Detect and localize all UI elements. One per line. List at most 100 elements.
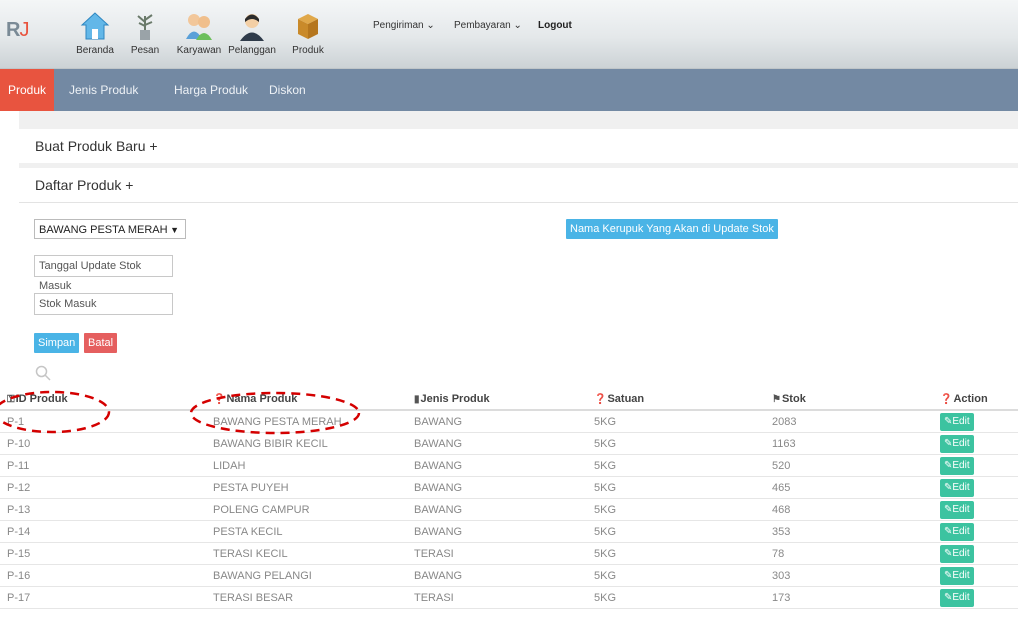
edit-label: Edit xyxy=(952,591,970,603)
cell-jenis: TERASI xyxy=(414,586,594,609)
cell-id: P-11 xyxy=(0,454,213,477)
tab-diskon[interactable]: Diskon xyxy=(269,69,306,111)
brand-logo[interactable]: RJ xyxy=(6,19,29,42)
edit-label: Edit xyxy=(952,569,970,581)
cell-stok: 303 xyxy=(772,564,940,587)
cell-action: ✎Edit xyxy=(940,586,1018,609)
edit-button[interactable]: ✎Edit xyxy=(940,456,974,475)
box-icon xyxy=(298,14,318,39)
nav-pelanggan[interactable]: Pelanggan xyxy=(228,10,276,56)
product-list-panel[interactable]: Daftar Produk + xyxy=(19,168,1018,203)
edit-button[interactable]: ✎Edit xyxy=(940,566,974,585)
product-select[interactable]: BAWANG PESTA MERAH ▼ xyxy=(34,219,186,239)
question-icon: ❓ xyxy=(594,394,607,405)
cell-jenis: TERASI xyxy=(414,542,594,565)
table-row: P-17 TERASI BESAR TERASI 5KG 173 ✎Edit xyxy=(0,586,1018,609)
cell-jenis: BAWANG xyxy=(414,498,594,521)
cell-nama: BAWANG PELANGI xyxy=(213,564,414,587)
cell-stok: 2083 xyxy=(772,410,940,433)
menu-pembayaran[interactable]: Pembayaran ⌄ xyxy=(454,20,522,31)
tab-harga-produk[interactable]: Harga Produk xyxy=(174,69,248,111)
col-id-produk[interactable]: ⚿ID Produk xyxy=(0,389,213,411)
table-row: P-12 PESTA PUYEH BAWANG 5KG 465 ✎Edit xyxy=(0,476,1018,499)
cell-id: P-1 xyxy=(0,410,213,433)
panel-spacer xyxy=(19,111,1018,129)
cell-satuan: 5KG xyxy=(594,520,772,543)
cell-nama: POLENG CAMPUR xyxy=(213,498,414,521)
edit-button[interactable]: ✎Edit xyxy=(940,434,974,453)
edit-button[interactable]: ✎Edit xyxy=(940,478,974,497)
edit-button[interactable]: ✎Edit xyxy=(940,522,974,541)
nav-karyawan[interactable]: Karyawan xyxy=(175,10,223,56)
cell-satuan: 5KG xyxy=(594,410,772,433)
menu-pengiriman[interactable]: Pengiriman ⌄ xyxy=(373,20,435,31)
date-field[interactable]: Tanggal Update Stok Masuk xyxy=(34,255,173,292)
edit-label: Edit xyxy=(952,503,970,515)
employees-icon xyxy=(186,14,212,40)
cell-jenis: BAWANG xyxy=(414,454,594,477)
chevron-down-icon: ⌄ xyxy=(513,20,522,31)
col-nama-produk[interactable]: ❓Nama Produk xyxy=(213,389,414,411)
cell-jenis: BAWANG xyxy=(414,410,594,433)
chevron-down-icon: ⌄ xyxy=(426,20,435,31)
nav-pesan[interactable]: Pesan xyxy=(121,10,169,56)
table-header-row: ⚿ID Produk ❓Nama Produk ▮Jenis Produk ❓S… xyxy=(0,389,1018,411)
cell-nama: LIDAH xyxy=(213,454,414,477)
cell-action: ✎Edit xyxy=(940,542,1018,565)
cell-action: ✎Edit xyxy=(940,520,1018,543)
nav-beranda[interactable]: Beranda xyxy=(71,10,119,56)
table-row: P-14 PESTA KECIL BAWANG 5KG 353 ✎Edit xyxy=(0,520,1018,543)
cell-id: P-13 xyxy=(0,498,213,521)
col-stok[interactable]: ⚑Stok xyxy=(772,389,940,411)
edit-button[interactable]: ✎Edit xyxy=(940,544,974,563)
cell-nama: PESTA PUYEH xyxy=(213,476,414,499)
cell-id: P-15 xyxy=(0,542,213,565)
cell-jenis: BAWANG xyxy=(414,476,594,499)
cell-stok: 520 xyxy=(772,454,940,477)
tab-jenis-produk[interactable]: Jenis Produk xyxy=(69,69,138,111)
plant-icon xyxy=(137,14,153,40)
cell-action: ✎Edit xyxy=(940,498,1018,521)
cell-stok: 1163 xyxy=(772,432,940,455)
table-row: P-15 TERASI KECIL TERASI 5KG 78 ✎Edit xyxy=(0,542,1018,565)
question-icon: ❓ xyxy=(213,394,226,405)
key-icon: ⚿ xyxy=(7,394,15,405)
cell-id: P-12 xyxy=(0,476,213,499)
top-navbar: RJ Beranda Pesan Karyawan Pelanggan Prod… xyxy=(0,0,1018,69)
customer-icon xyxy=(240,14,264,41)
logout-link[interactable]: Logout xyxy=(538,20,572,31)
table-row: P-1 BAWANG PESTA MERAH BAWANG 5KG 2083 ✎Edit xyxy=(0,410,1018,433)
cell-stok: 465 xyxy=(772,476,940,499)
cell-satuan: 5KG xyxy=(594,564,772,587)
nav-produk[interactable]: Produk xyxy=(284,10,332,56)
tab-produk[interactable]: Produk xyxy=(0,69,55,111)
edit-label: Edit xyxy=(952,481,970,493)
edit-button[interactable]: ✎Edit xyxy=(940,412,974,431)
save-button[interactable]: Simpan xyxy=(34,333,80,353)
search-icon[interactable] xyxy=(35,365,51,381)
edit-label: Edit xyxy=(952,525,970,537)
col-jenis-produk[interactable]: ▮Jenis Produk xyxy=(414,389,594,411)
cell-action: ✎Edit xyxy=(940,564,1018,587)
cell-stok: 468 xyxy=(772,498,940,521)
cell-stok: 173 xyxy=(772,586,940,609)
cell-nama: BAWANG PESTA MERAH xyxy=(213,410,414,433)
edit-label: Edit xyxy=(952,547,970,559)
cancel-button[interactable]: Batal xyxy=(84,333,118,353)
cell-satuan: 5KG xyxy=(594,454,772,477)
edit-button[interactable]: ✎Edit xyxy=(940,588,974,607)
cell-jenis: BAWANG xyxy=(414,564,594,587)
col-satuan[interactable]: ❓Satuan xyxy=(594,389,772,411)
cell-satuan: 5KG xyxy=(594,586,772,609)
edit-button[interactable]: ✎Edit xyxy=(940,500,974,519)
cell-nama: PESTA KECIL xyxy=(213,520,414,543)
cell-id: P-16 xyxy=(0,564,213,587)
edit-label: Edit xyxy=(952,415,970,427)
create-product-panel[interactable]: Buat Produk Baru + xyxy=(19,129,1018,164)
stock-field[interactable]: Stok Masuk xyxy=(34,293,173,315)
cell-id: P-14 xyxy=(0,520,213,543)
cell-action: ✎Edit xyxy=(940,476,1018,499)
cell-stok: 78 xyxy=(772,542,940,565)
cell-nama: BAWANG BIBIR KECIL xyxy=(213,432,414,455)
cell-satuan: 5KG xyxy=(594,432,772,455)
